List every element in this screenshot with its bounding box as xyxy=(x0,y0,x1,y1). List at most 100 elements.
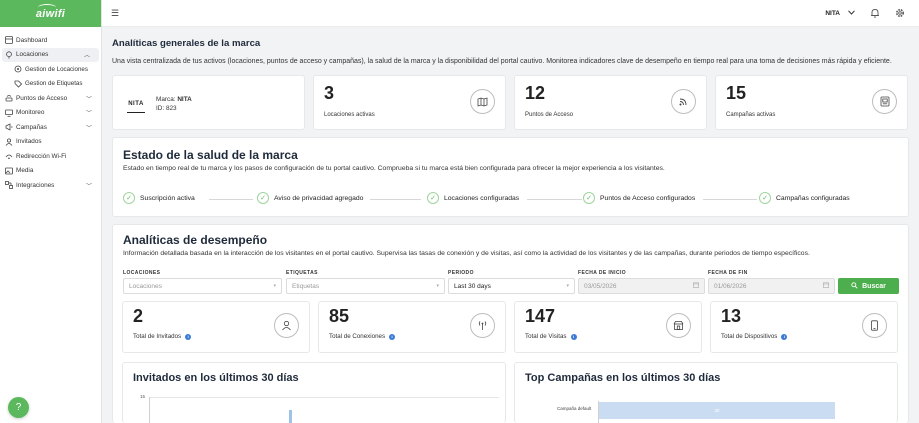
stat-label: Puntos de Acceso xyxy=(525,112,574,118)
chevron-down-icon xyxy=(848,10,855,17)
health-step-campanas: ✓ Campañas configuradas xyxy=(759,192,850,204)
performance-description: Información detallada basada en la inter… xyxy=(123,250,810,257)
sidebar-item-integraciones[interactable]: Integraciones ﹀ xyxy=(0,178,101,193)
brand-id: ID: 823 xyxy=(156,105,177,112)
guests-icon xyxy=(4,137,13,146)
kpi-card-conexiones: 85 Total de Conexiones i xyxy=(318,301,506,353)
sidebar-item-redireccion[interactable]: Redirección Wi-Fi xyxy=(0,149,101,164)
aiwifi-logo[interactable]: aiwifi xyxy=(36,3,65,20)
health-step-locaciones: ✓ Locaciones configuradas xyxy=(427,192,519,204)
step-connector xyxy=(703,199,757,200)
sidebar-item-label: Gestion de Etiquetas xyxy=(25,80,83,88)
guest-person-icon xyxy=(274,313,299,338)
stat-value: 12 xyxy=(525,83,546,103)
fecha-inicio-value: 03/05/2026 xyxy=(584,282,617,290)
info-icon[interactable]: i xyxy=(781,333,788,340)
brand-card: NITA Marca: NITA ID: 823 xyxy=(112,75,305,130)
sidebar-item-label: Monitoreo xyxy=(16,109,45,117)
sidebar-item-label: Campañas xyxy=(16,123,47,131)
kpi-label-row: Total de Visitas i xyxy=(525,333,577,340)
periodo-value: Last 30 days xyxy=(454,282,491,290)
chart-title: Invitados en los últimos 30 días xyxy=(133,372,299,384)
sidebar-nav: Dashboard Locaciones ︿ Gestion de Locaci… xyxy=(0,27,101,193)
check-circle-icon: ✓ xyxy=(583,192,595,204)
chart-bar xyxy=(289,410,292,423)
sidebar-item-label: Redirección Wi-Fi xyxy=(16,152,67,160)
bar-value-label: 30 xyxy=(714,408,720,413)
chevron-down-icon: ▾ xyxy=(436,283,439,289)
buscar-button[interactable]: Buscar xyxy=(838,278,899,294)
health-title: Estado de la salud de la marca xyxy=(123,148,298,162)
media-icon xyxy=(4,166,13,175)
tag-icon xyxy=(13,79,22,88)
filter-label: PERIODO xyxy=(448,270,474,276)
location-icon xyxy=(4,50,13,59)
antenna-icon xyxy=(470,313,495,338)
brand-selector[interactable]: NITA xyxy=(825,10,855,17)
stat-card-puntos-acceso: 12 Puntos de Acceso xyxy=(514,75,707,130)
sidebar-item-media[interactable]: Media xyxy=(0,164,101,179)
brand-selector-label: NITA xyxy=(825,10,840,17)
main-content: Analíticas generales de la marca Una vis… xyxy=(112,27,909,65)
sidebar-item-label: Media xyxy=(16,167,34,175)
chevron-down-icon: ﹀ xyxy=(85,96,92,103)
calendar-icon xyxy=(823,282,829,290)
health-step-label: Aviso de privacidad agregado xyxy=(274,194,364,202)
campaign-icon xyxy=(4,123,13,132)
step-connector xyxy=(370,199,421,200)
sidebar-item-label: Puntos de Acceso xyxy=(16,94,68,102)
chart-card-campanas: Top Campañas en los últimos 30 días Camp… xyxy=(514,362,898,423)
campaign-board-icon xyxy=(872,89,897,114)
locaciones-select[interactable]: Locaciones ▾ xyxy=(123,278,282,294)
chevron-down-icon: ▾ xyxy=(273,283,276,289)
check-circle-icon: ✓ xyxy=(427,192,439,204)
fecha-fin-value: 01/06/2026 xyxy=(714,282,747,290)
kpi-label-row: Total de Conexiones i xyxy=(329,333,396,340)
brand-name-line: Marca: NITA xyxy=(156,96,192,103)
sidebar-item-puntos-acceso[interactable]: Puntos de Acceso ﹀ xyxy=(0,91,101,106)
filter-label: FECHA DE INICIO xyxy=(578,270,627,276)
health-step-label: Suscripción activa xyxy=(140,194,195,202)
health-step-suscripcion: ✓ Suscripción activa xyxy=(123,192,195,204)
etiquetas-select[interactable]: Etiquetas ▾ xyxy=(286,278,445,294)
health-step-label: Puntos de Acceso configurados xyxy=(600,194,696,202)
dashboard-icon xyxy=(4,36,13,45)
info-icon[interactable]: i xyxy=(389,333,396,340)
sidebar-item-gestion-locaciones[interactable]: Gestion de Locaciones xyxy=(9,62,101,77)
brand-label: Marca: xyxy=(156,96,176,103)
kpi-label: Total de Conexiones xyxy=(329,333,386,340)
chevron-down-icon: ﹀ xyxy=(85,111,92,118)
sidebar-item-locaciones[interactable]: Locaciones ︿ xyxy=(2,47,99,62)
stat-value: 15 xyxy=(726,83,747,103)
menu-toggle-icon[interactable]: ☰ xyxy=(111,8,119,19)
periodo-select[interactable]: Last 30 days ▾ xyxy=(448,278,575,294)
chevron-down-icon: ▾ xyxy=(566,283,569,289)
stat-label: Campañas activas xyxy=(726,112,776,118)
health-step-privacidad: ✓ Aviso de privacidad agregado xyxy=(257,192,363,204)
kpi-value: 2 xyxy=(133,306,144,326)
help-button[interactable]: ? xyxy=(8,397,29,418)
gear-icon[interactable] xyxy=(895,8,905,20)
check-circle-icon: ✓ xyxy=(123,192,135,204)
sidebar-item-label: Locaciones xyxy=(16,51,49,59)
bell-icon[interactable] xyxy=(870,8,880,20)
location-pin-icon xyxy=(13,65,22,74)
filter-label: ETIQUETAS xyxy=(286,270,318,276)
sidebar-item-gestion-etiquetas[interactable]: Gestion de Etiquetas xyxy=(9,77,101,92)
sidebar-item-campanas[interactable]: Campañas ﹀ xyxy=(0,120,101,135)
stat-card-locaciones: 3 Locaciones activas xyxy=(313,75,506,130)
fecha-inicio-input[interactable]: 03/05/2026 xyxy=(578,278,705,294)
stat-value: 3 xyxy=(324,83,335,103)
y-axis xyxy=(149,397,150,423)
map-icon xyxy=(470,89,495,114)
sidebar-item-monitoreo[interactable]: Monitoreo ﹀ xyxy=(0,106,101,121)
kpi-card-visitas: 147 Total de Visitas i xyxy=(514,301,702,353)
sidebar-item-label: Gestion de Locaciones xyxy=(25,65,88,73)
fecha-fin-input[interactable]: 01/06/2026 xyxy=(708,278,835,294)
topbar-actions: NITA xyxy=(825,0,905,27)
info-icon[interactable]: i xyxy=(185,333,192,340)
etiquetas-placeholder: Etiquetas xyxy=(292,282,320,290)
info-icon[interactable]: i xyxy=(570,333,577,340)
sidebar-item-invitados[interactable]: Invitados xyxy=(0,135,101,150)
sidebar-item-dashboard[interactable]: Dashboard xyxy=(0,33,101,48)
